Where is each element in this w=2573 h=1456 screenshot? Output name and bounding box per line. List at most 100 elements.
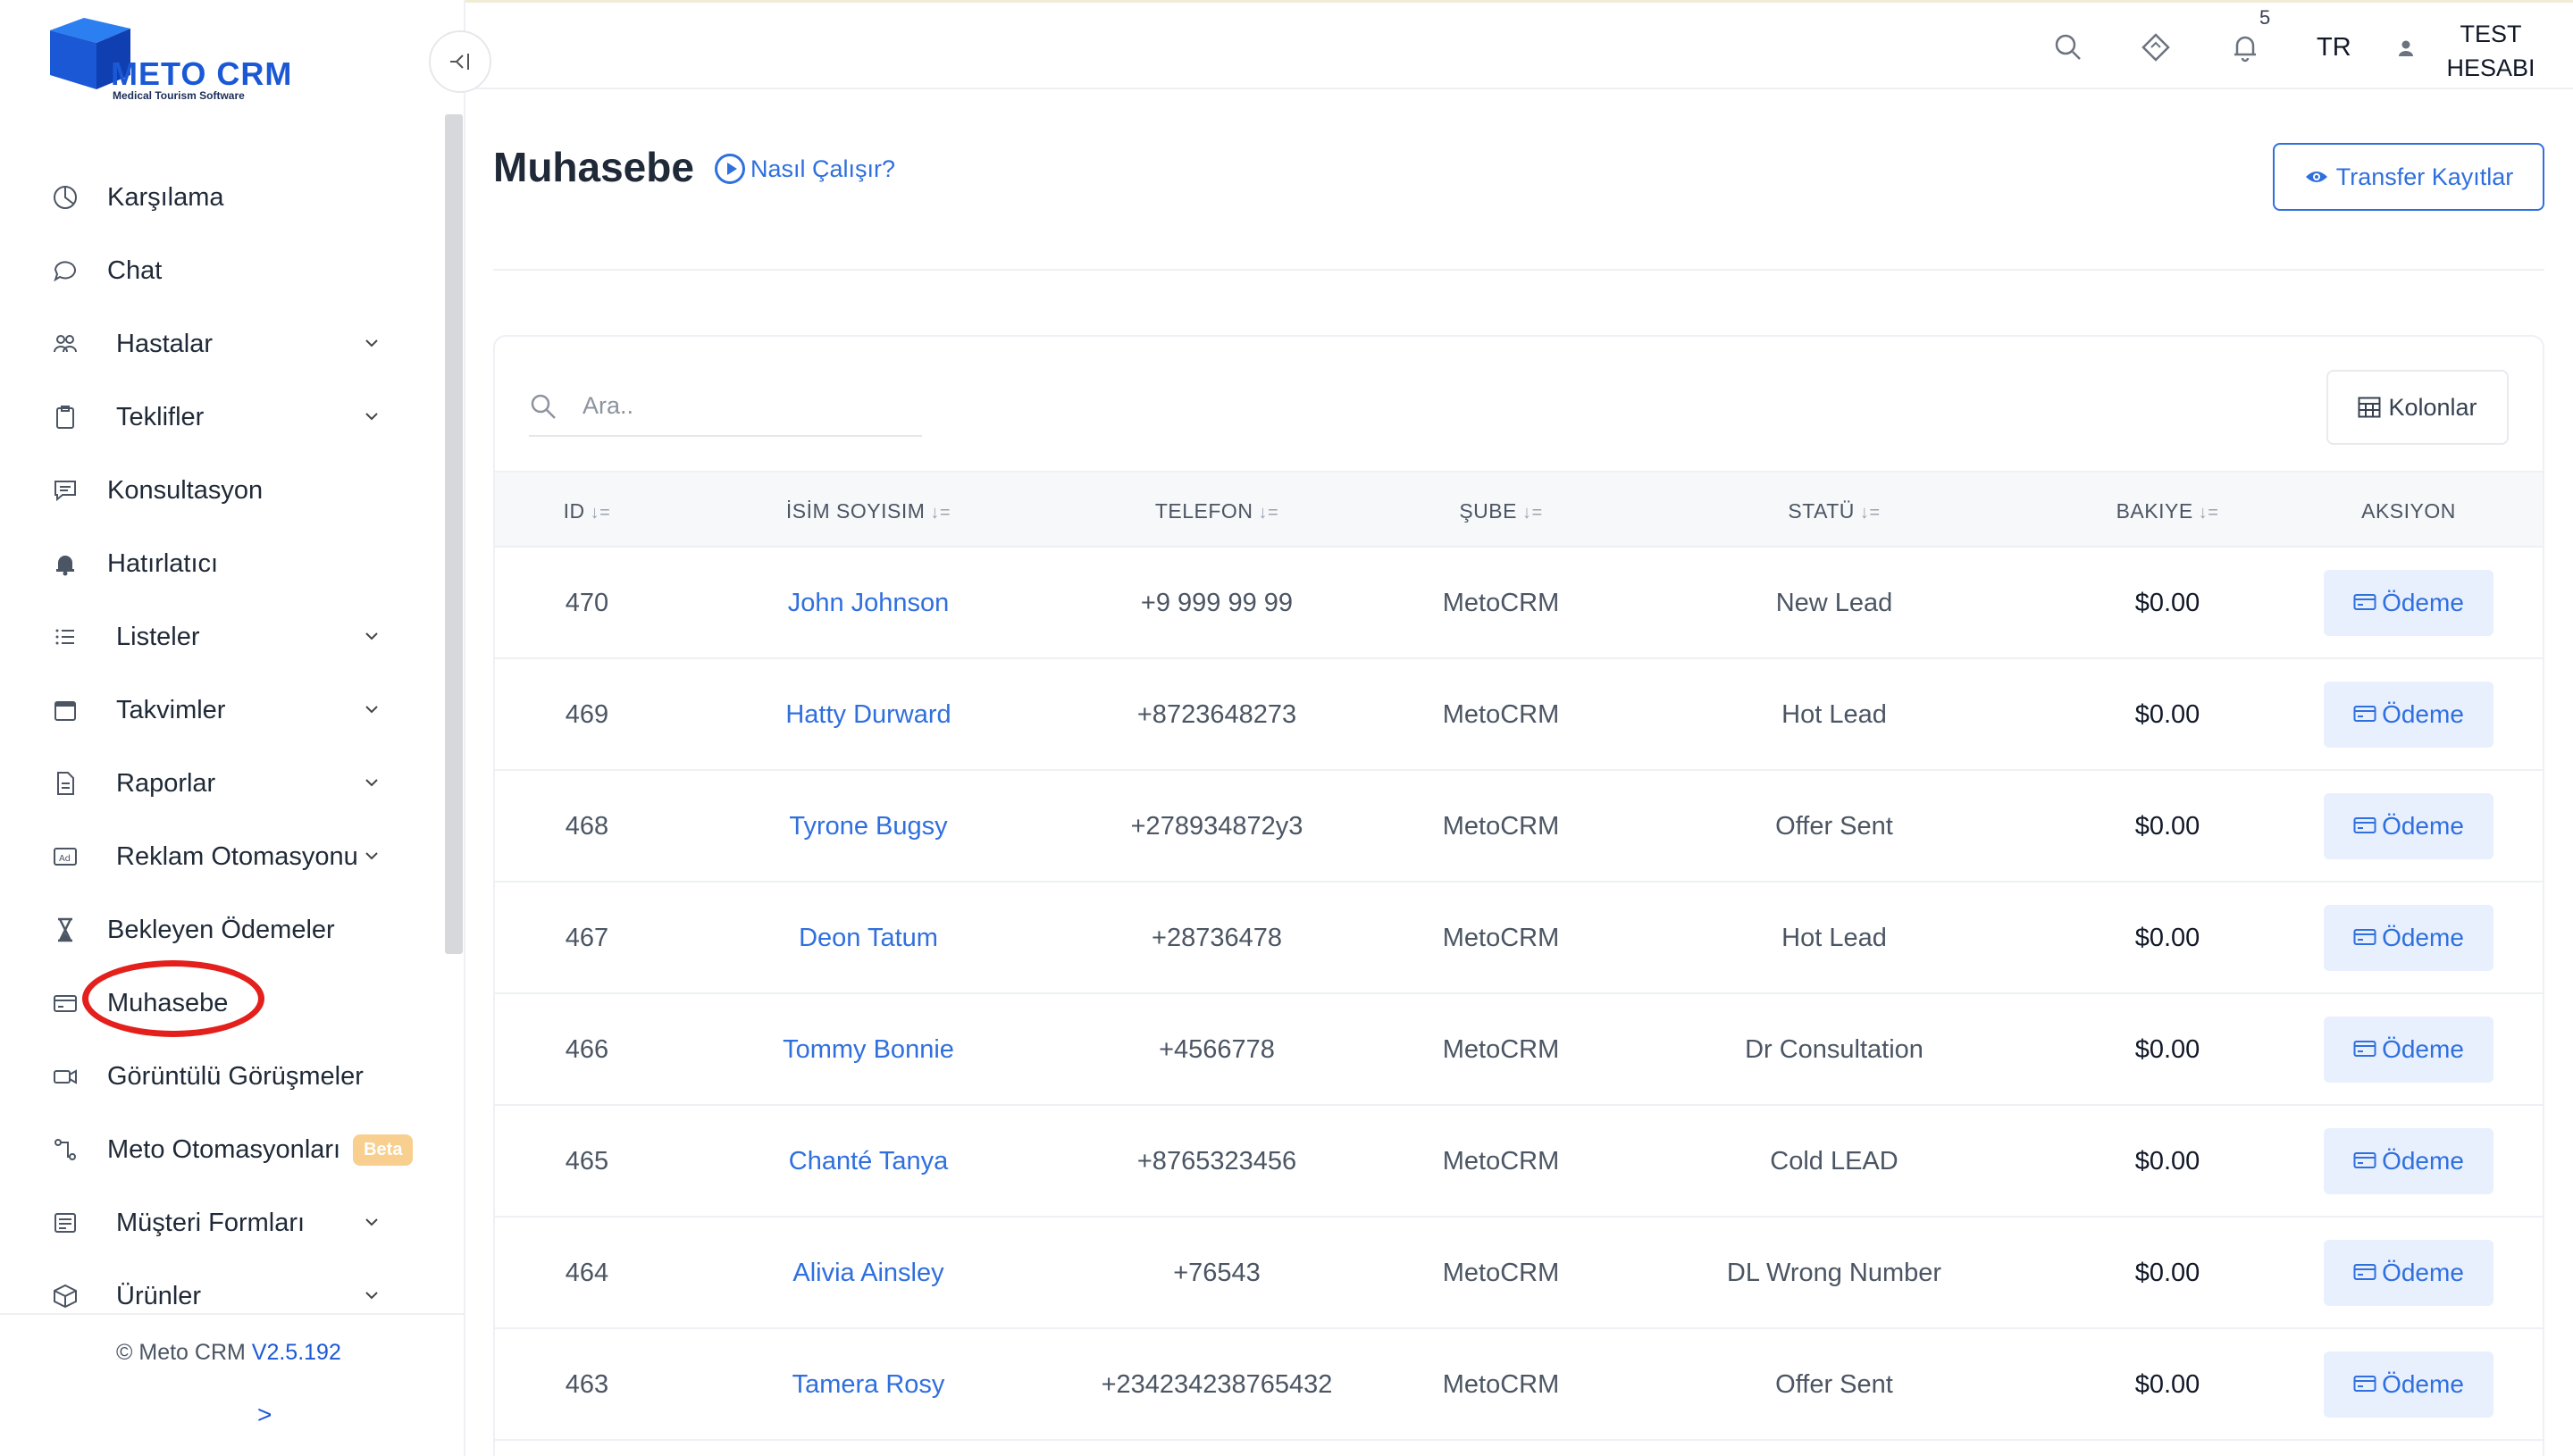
sort-icon[interactable]: ↓= bbox=[930, 503, 951, 523]
patient-name-link[interactable]: Tommy Bonnie bbox=[708, 994, 1029, 1106]
sidebar-item-konsultasyon[interactable]: Konsultasyon bbox=[0, 454, 420, 527]
credit-card-icon bbox=[2353, 1370, 2382, 1399]
sort-icon[interactable]: ↓= bbox=[1522, 503, 1543, 523]
cell-id: 464 bbox=[565, 1259, 609, 1287]
box-icon bbox=[50, 1281, 80, 1311]
chevron-down-icon[interactable] bbox=[359, 1283, 384, 1308]
chevron-down-icon[interactable] bbox=[359, 770, 384, 795]
credit-card-icon bbox=[2353, 589, 2382, 617]
chevron-down-icon[interactable] bbox=[359, 697, 384, 722]
sort-icon[interactable]: ↓= bbox=[1860, 503, 1881, 523]
notification-bell-icon[interactable] bbox=[2227, 29, 2263, 65]
column-header-label: STATÜ bbox=[1788, 499, 1855, 523]
sidebar-item-hastalar[interactable]: Hastalar bbox=[0, 307, 420, 381]
diamond-icon[interactable] bbox=[2138, 29, 2174, 65]
version-number[interactable]: V2.5.192 bbox=[252, 1340, 341, 1365]
sidebar-item-takvimler[interactable]: Takvimler bbox=[0, 674, 420, 747]
cell-branch: MetoCRM bbox=[1442, 812, 1560, 841]
sidebar-item-label: Listeler bbox=[116, 622, 200, 651]
chevron-down-icon[interactable] bbox=[359, 623, 384, 649]
collapse-sidebar-button[interactable] bbox=[429, 30, 491, 93]
sidebar-item-g-r-nt-l-g-r-meler[interactable]: Görüntülü Görüşmeler bbox=[0, 1040, 420, 1113]
column-header-3[interactable]: ŞUBE ↓= bbox=[1394, 473, 1608, 549]
eye-icon bbox=[2305, 172, 2327, 182]
patient-name-link[interactable]: Chanté Tanya bbox=[708, 1106, 1029, 1218]
payment-button[interactable]: Ödeme bbox=[2324, 1240, 2493, 1306]
sort-icon[interactable]: ↓= bbox=[591, 503, 611, 523]
sidebar-item-kar-lama[interactable]: Karşılama bbox=[0, 161, 420, 234]
sort-icon[interactable]: ↓= bbox=[2199, 503, 2219, 523]
payment-label: Ödeme bbox=[2382, 1035, 2464, 1063]
payment-button[interactable]: Ödeme bbox=[2324, 1128, 2493, 1194]
credit-card-icon bbox=[2353, 1259, 2382, 1287]
notification-count: 5 bbox=[2259, 6, 2271, 29]
sidebar-item-teklifler[interactable]: Teklifler bbox=[0, 381, 420, 454]
column-header-4[interactable]: STATÜ ↓= bbox=[1647, 473, 2022, 549]
patient-name-link[interactable]: Tyrone Bugsy bbox=[708, 771, 1029, 883]
table-row: 470 John Johnson +9 999 99 99 MetoCRM New Le… bbox=[495, 548, 2543, 659]
credit-card-icon bbox=[2353, 812, 2382, 841]
payment-button[interactable]: Ödeme bbox=[2324, 1017, 2493, 1083]
chat-icon bbox=[50, 255, 80, 286]
search-input[interactable] bbox=[582, 385, 913, 426]
user-icon bbox=[2399, 40, 2413, 56]
credit-card-icon bbox=[50, 988, 80, 1018]
sidebar-item-listeler[interactable]: Listeler bbox=[0, 600, 420, 674]
sidebar-item-hat-rlat-c-[interactable]: Hatırlatıcı bbox=[0, 527, 420, 600]
table-row: 467 Deon Tatum +28736478 MetoCRM Hot Lead $0.… bbox=[495, 883, 2543, 994]
chevron-down-icon[interactable] bbox=[359, 404, 384, 429]
sort-icon[interactable]: ↓= bbox=[1258, 503, 1278, 523]
column-header-0[interactable]: ID ↓= bbox=[520, 473, 654, 549]
payment-button[interactable]: Ödeme bbox=[2324, 793, 2493, 859]
sidebar-scrollbar[interactable] bbox=[445, 114, 463, 954]
patient-name-link[interactable]: Tamera Rosy bbox=[708, 1329, 1029, 1441]
user-menu[interactable]: TEST HESABI bbox=[2424, 17, 2558, 85]
cell-balance: $0.00 bbox=[2134, 1035, 2200, 1064]
column-header-label: ŞUBE bbox=[1459, 499, 1517, 523]
column-header-2[interactable]: TELEFON ↓= bbox=[1056, 473, 1378, 549]
cell-branch: MetoCRM bbox=[1442, 589, 1560, 617]
cell-id: 468 bbox=[565, 812, 609, 841]
sidebar: METO CRM Medical Tourism Software Karşıl… bbox=[0, 0, 465, 1456]
columns-button[interactable]: Kolonlar bbox=[2326, 370, 2509, 445]
cell-branch: MetoCRM bbox=[1442, 1035, 1560, 1064]
cell-branch: MetoCRM bbox=[1442, 924, 1560, 952]
payment-button[interactable]: Ödeme bbox=[2324, 905, 2493, 971]
cell-branch: MetoCRM bbox=[1442, 700, 1560, 729]
video-icon bbox=[50, 1061, 80, 1092]
column-header-1[interactable]: İSİM SOYISIM ↓= bbox=[708, 473, 1029, 549]
search-icon[interactable] bbox=[2050, 29, 2086, 65]
patient-name-link[interactable]: John Johnson bbox=[708, 548, 1029, 659]
table-row: 466 Tommy Bonnie +4566778 MetoCRM Dr Consult… bbox=[495, 994, 2543, 1106]
sidebar-item-raporlar[interactable]: Raporlar bbox=[0, 747, 420, 820]
sidebar-item-m-teri-formlar-[interactable]: Müşteri Formları bbox=[0, 1186, 420, 1259]
language-switcher[interactable]: TR bbox=[2317, 33, 2351, 63]
payment-button[interactable]: Ödeme bbox=[2324, 1351, 2493, 1418]
chevron-down-icon[interactable] bbox=[359, 331, 384, 356]
chevron-down-icon[interactable] bbox=[359, 1209, 384, 1234]
sidebar-item-label: Müşteri Formları bbox=[116, 1208, 306, 1237]
transfer-records-button[interactable]: Transfer Kayıtlar bbox=[2273, 143, 2544, 211]
payment-button[interactable]: Ödeme bbox=[2324, 570, 2493, 636]
chevron-down-icon[interactable] bbox=[359, 843, 384, 868]
sidebar-item-meto-otomasyonlar-[interactable]: Meto Otomasyonları Beta bbox=[0, 1113, 420, 1186]
patient-name-link[interactable]: Deon Tatum bbox=[708, 883, 1029, 994]
sidebar-item-bekleyen-demeler[interactable]: Bekleyen Ödemeler bbox=[0, 893, 420, 966]
payment-label: Ödeme bbox=[2382, 1147, 2464, 1175]
expand-footer-button[interactable]: > bbox=[257, 1401, 272, 1429]
sidebar-item-label: Ürünler bbox=[116, 1281, 202, 1310]
message-icon bbox=[50, 475, 80, 506]
cell-id: 466 bbox=[565, 1035, 609, 1064]
report-icon bbox=[50, 768, 80, 799]
sidebar-item-chat[interactable]: Chat bbox=[0, 234, 420, 307]
column-header-5[interactable]: BAKIYE ↓= bbox=[2051, 473, 2284, 549]
how-it-works-link[interactable]: Nasıl Çalışır? bbox=[715, 154, 895, 184]
patient-name-link[interactable]: Alivia Ainsley bbox=[708, 1218, 1029, 1329]
brand-logo[interactable]: METO CRM Medical Tourism Software bbox=[50, 18, 318, 107]
sidebar-item-reklam-otomasyonu[interactable]: Ad Reklam Otomasyonu bbox=[0, 820, 420, 893]
payment-button[interactable]: Ödeme bbox=[2324, 682, 2493, 748]
brand-tagline: Medical Tourism Software bbox=[113, 89, 245, 102]
cell-status: Offer Sent bbox=[1775, 812, 1893, 841]
cell-balance: $0.00 bbox=[2134, 812, 2200, 841]
patient-name-link[interactable]: Hatty Durward bbox=[708, 659, 1029, 771]
